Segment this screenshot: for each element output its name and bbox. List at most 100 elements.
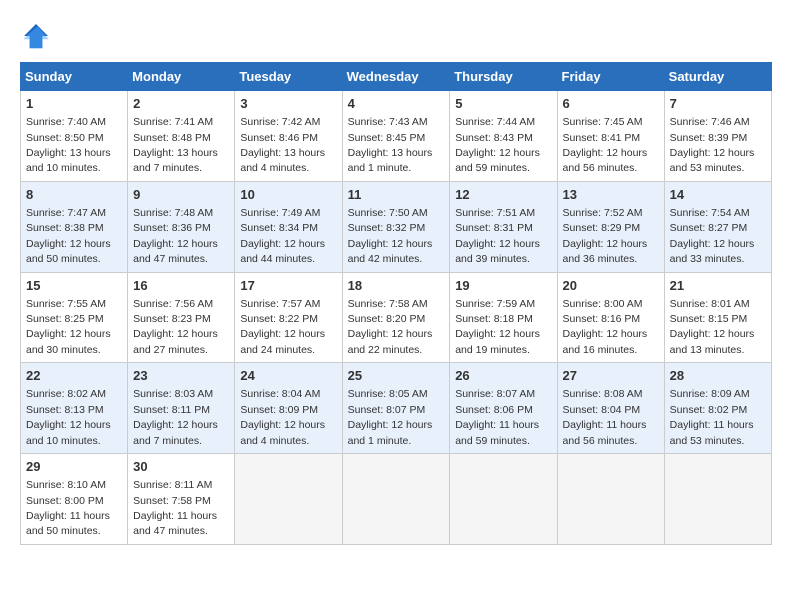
day-number: 29 — [26, 458, 122, 476]
day-cell: 16 Sunrise: 7:56 AMSunset: 8:23 PMDayligh… — [128, 272, 235, 363]
day-cell: 1 Sunrise: 7:40 AMSunset: 8:50 PMDaylight… — [21, 91, 128, 182]
day-number: 13 — [563, 186, 659, 204]
day-number: 10 — [240, 186, 336, 204]
day-cell: 20 Sunrise: 8:00 AMSunset: 8:16 PMDayligh… — [557, 272, 664, 363]
col-header-monday: Monday — [128, 63, 235, 91]
logo — [20, 20, 56, 52]
day-cell — [557, 454, 664, 545]
day-cell — [235, 454, 342, 545]
day-number: 16 — [133, 277, 229, 295]
day-cell: 2 Sunrise: 7:41 AMSunset: 8:48 PMDaylight… — [128, 91, 235, 182]
day-number: 4 — [348, 95, 445, 113]
day-cell: 26 Sunrise: 8:07 AMSunset: 8:06 PMDayligh… — [450, 363, 557, 454]
day-info: Sunrise: 7:51 AMSunset: 8:31 PMDaylight:… — [455, 207, 540, 265]
day-number: 20 — [563, 277, 659, 295]
day-cell: 3Sunrise: 7:42 AMSunset: 8:46 PMDaylight… — [235, 91, 342, 182]
day-info: Sunrise: 7:50 AMSunset: 8:32 PMDaylight:… — [348, 207, 433, 265]
day-cell — [342, 454, 450, 545]
day-info: Sunrise: 8:02 AMSunset: 8:13 PMDaylight:… — [26, 388, 111, 446]
day-cell: 15Sunrise: 7:55 AMSunset: 8:25 PMDayligh… — [21, 272, 128, 363]
day-cell: 4Sunrise: 7:43 AMSunset: 8:45 PMDaylight… — [342, 91, 450, 182]
day-number: 11 — [348, 186, 445, 204]
day-info: Sunrise: 8:09 AMSunset: 8:02 PMDaylight:… — [670, 388, 754, 446]
day-info: Sunrise: 8:03 AMSunset: 8:11 PMDaylight:… — [133, 388, 218, 446]
week-row-3: 15Sunrise: 7:55 AMSunset: 8:25 PMDayligh… — [21, 272, 772, 363]
day-cell: 11 Sunrise: 7:50 AMSunset: 8:32 PMDayligh… — [342, 181, 450, 272]
day-cell: 7 Sunrise: 7:46 AMSunset: 8:39 PMDaylight… — [664, 91, 771, 182]
day-cell: 29 Sunrise: 8:10 AMSunset: 8:00 PMDayligh… — [21, 454, 128, 545]
day-number: 28 — [670, 367, 766, 385]
day-info: Sunrise: 7:44 AMSunset: 8:43 PMDaylight:… — [455, 116, 540, 174]
day-number: 17 — [240, 277, 336, 295]
day-number: 21 — [670, 277, 766, 295]
week-row-5: 29 Sunrise: 8:10 AMSunset: 8:00 PMDayligh… — [21, 454, 772, 545]
day-number: 2 — [133, 95, 229, 113]
col-header-sunday: Sunday — [21, 63, 128, 91]
day-cell: 27 Sunrise: 8:08 AMSunset: 8:04 PMDayligh… — [557, 363, 664, 454]
day-cell: 13 Sunrise: 7:52 AMSunset: 8:29 PMDayligh… — [557, 181, 664, 272]
day-info: Sunrise: 8:00 AMSunset: 8:16 PMDaylight:… — [563, 298, 648, 356]
day-info: Sunrise: 7:49 AMSunset: 8:34 PMDaylight:… — [240, 207, 325, 265]
day-number: 3 — [240, 95, 336, 113]
day-info: Sunrise: 7:40 AMSunset: 8:50 PMDaylight:… — [26, 116, 111, 174]
week-row-1: 1 Sunrise: 7:40 AMSunset: 8:50 PMDaylight… — [21, 91, 772, 182]
page-header — [20, 20, 772, 52]
day-cell: 21 Sunrise: 8:01 AMSunset: 8:15 PMDayligh… — [664, 272, 771, 363]
day-info: Sunrise: 7:57 AMSunset: 8:22 PMDaylight:… — [240, 298, 325, 356]
day-cell: 14 Sunrise: 7:54 AMSunset: 8:27 PMDayligh… — [664, 181, 771, 272]
day-info: Sunrise: 7:59 AMSunset: 8:18 PMDaylight:… — [455, 298, 540, 356]
day-cell: 8Sunrise: 7:47 AMSunset: 8:38 PMDaylight… — [21, 181, 128, 272]
day-info: Sunrise: 7:55 AMSunset: 8:25 PMDaylight:… — [26, 298, 111, 356]
day-cell: 9 Sunrise: 7:48 AMSunset: 8:36 PMDaylight… — [128, 181, 235, 272]
day-number: 5 — [455, 95, 551, 113]
day-cell: 22 Sunrise: 8:02 AMSunset: 8:13 PMDayligh… — [21, 363, 128, 454]
day-cell: 10 Sunrise: 7:49 AMSunset: 8:34 PMDayligh… — [235, 181, 342, 272]
day-number: 18 — [348, 277, 445, 295]
day-number: 24 — [240, 367, 336, 385]
day-info: Sunrise: 8:10 AMSunset: 8:00 PMDaylight:… — [26, 479, 110, 537]
day-number: 9 — [133, 186, 229, 204]
day-number: 19 — [455, 277, 551, 295]
day-info: Sunrise: 8:08 AMSunset: 8:04 PMDaylight:… — [563, 388, 647, 446]
day-number: 7 — [670, 95, 766, 113]
day-number: 14 — [670, 186, 766, 204]
day-number: 12 — [455, 186, 551, 204]
col-header-saturday: Saturday — [664, 63, 771, 91]
week-row-2: 8Sunrise: 7:47 AMSunset: 8:38 PMDaylight… — [21, 181, 772, 272]
col-header-friday: Friday — [557, 63, 664, 91]
col-header-wednesday: Wednesday — [342, 63, 450, 91]
day-info: Sunrise: 8:01 AMSunset: 8:15 PMDaylight:… — [670, 298, 755, 356]
day-number: 23 — [133, 367, 229, 385]
day-info: Sunrise: 7:52 AMSunset: 8:29 PMDaylight:… — [563, 207, 648, 265]
day-cell: 30Sunrise: 8:11 AMSunset: 7:58 PMDayligh… — [128, 454, 235, 545]
day-number: 22 — [26, 367, 122, 385]
day-cell — [664, 454, 771, 545]
col-header-tuesday: Tuesday — [235, 63, 342, 91]
day-info: Sunrise: 8:05 AMSunset: 8:07 PMDaylight:… — [348, 388, 433, 446]
day-info: Sunrise: 7:58 AMSunset: 8:20 PMDaylight:… — [348, 298, 433, 356]
day-cell: 6 Sunrise: 7:45 AMSunset: 8:41 PMDaylight… — [557, 91, 664, 182]
day-cell: 25 Sunrise: 8:05 AMSunset: 8:07 PMDayligh… — [342, 363, 450, 454]
day-cell: 28 Sunrise: 8:09 AMSunset: 8:02 PMDayligh… — [664, 363, 771, 454]
header-row: SundayMondayTuesdayWednesdayThursdayFrid… — [21, 63, 772, 91]
day-number: 26 — [455, 367, 551, 385]
logo-icon — [20, 20, 52, 52]
day-info: Sunrise: 8:07 AMSunset: 8:06 PMDaylight:… — [455, 388, 539, 446]
day-number: 25 — [348, 367, 445, 385]
day-number: 30 — [133, 458, 229, 476]
day-info: Sunrise: 7:54 AMSunset: 8:27 PMDaylight:… — [670, 207, 755, 265]
col-header-thursday: Thursday — [450, 63, 557, 91]
day-cell: 18 Sunrise: 7:58 AMSunset: 8:20 PMDayligh… — [342, 272, 450, 363]
day-cell — [450, 454, 557, 545]
day-info: Sunrise: 7:45 AMSunset: 8:41 PMDaylight:… — [563, 116, 648, 174]
day-number: 1 — [26, 95, 122, 113]
day-info: Sunrise: 7:41 AMSunset: 8:48 PMDaylight:… — [133, 116, 218, 174]
day-info: Sunrise: 7:46 AMSunset: 8:39 PMDaylight:… — [670, 116, 755, 174]
day-info: Sunrise: 7:48 AMSunset: 8:36 PMDaylight:… — [133, 207, 218, 265]
day-info: Sunrise: 7:56 AMSunset: 8:23 PMDaylight:… — [133, 298, 218, 356]
day-cell: 5 Sunrise: 7:44 AMSunset: 8:43 PMDaylight… — [450, 91, 557, 182]
day-number: 27 — [563, 367, 659, 385]
day-number: 6 — [563, 95, 659, 113]
day-cell: 24Sunrise: 8:04 AMSunset: 8:09 PMDayligh… — [235, 363, 342, 454]
day-cell: 19 Sunrise: 7:59 AMSunset: 8:18 PMDayligh… — [450, 272, 557, 363]
